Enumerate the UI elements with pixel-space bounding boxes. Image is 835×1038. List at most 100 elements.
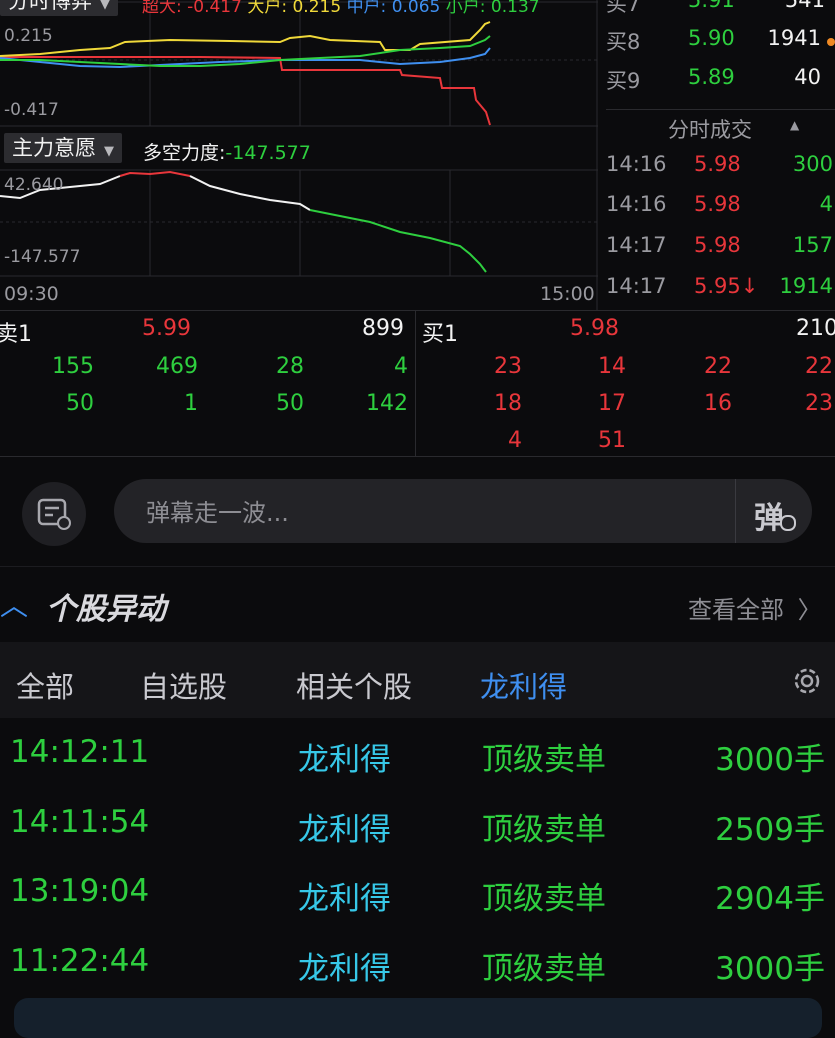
buy-queue-item: 23 xyxy=(805,391,833,416)
divider xyxy=(0,310,835,311)
x-axis-end-label: 15:00 xyxy=(540,283,595,305)
y-axis-max-label: 0.215 xyxy=(4,26,53,46)
event-type: 顶级卖单 xyxy=(482,951,606,987)
buy-queue-item: 4 xyxy=(508,428,522,453)
buy1-volume: 210 xyxy=(796,316,835,341)
trade-time: 14:16 xyxy=(606,192,667,216)
big-order-dot-icon xyxy=(827,38,835,46)
tab-watchlist[interactable]: 自选股 xyxy=(140,664,227,706)
danmaku-list-button[interactable] xyxy=(22,482,86,546)
bottom-banner[interactable] xyxy=(14,998,822,1038)
game-dropdown-label: 分时博弈 xyxy=(8,0,92,13)
settings-gear-icon[interactable] xyxy=(790,664,824,702)
buy-queue-item: 22 xyxy=(805,354,833,379)
tab-related-stocks[interactable]: 相关个股 xyxy=(296,664,412,706)
trade-price: 5.98 xyxy=(694,192,741,216)
trade-time: 14:17 xyxy=(606,233,667,257)
buy-queue-item: 17 xyxy=(598,391,626,416)
sell1-price: 5.99 xyxy=(142,316,191,341)
view-all-label: 查看全部 xyxy=(688,596,784,624)
main-intent-line-red xyxy=(119,170,191,177)
intraday-chart-panel: 分时博弈 ▼ 超大: -0.417 大户: 0.215 中户: 0.065 小户:… xyxy=(0,0,598,310)
list-item[interactable]: 11:22:44 龙利得 顶级卖单 3000手 xyxy=(0,929,835,999)
order-book-price: 5.90 xyxy=(688,26,735,50)
buy-queue-item: 22 xyxy=(704,354,732,379)
sell1-volume: 899 xyxy=(362,316,404,341)
trade-price: 5.95↓ xyxy=(694,274,759,298)
sell-queue-item: 50 xyxy=(66,391,94,416)
main-intent-dropdown[interactable]: 主力意愿 ▼ xyxy=(4,133,122,163)
sell-queue-item: 155 xyxy=(52,354,94,379)
trade-row: 14:16 5.98 4 xyxy=(606,192,835,230)
bull-bear-indicator: 多空力度:-147.577 xyxy=(143,138,311,165)
danmaku-toggle-button[interactable]: 弹 xyxy=(735,479,813,543)
order-book-row: 买8 5.90 1941 xyxy=(606,26,835,64)
chevron-right-icon: 〉 xyxy=(797,596,822,624)
sell-queue-item: 1 xyxy=(184,391,198,416)
order-book-price: 5.91 xyxy=(688,0,735,12)
fund-flow-legend: 超大: -0.417 大户: 0.215 中户: 0.065 小户: 0.137 xyxy=(142,0,540,17)
event-time: 14:12:11 xyxy=(10,734,150,770)
collapse-chevron-icon[interactable]: ︿ xyxy=(0,584,28,624)
sell-queue-item: 50 xyxy=(276,391,304,416)
order-book-price: 5.89 xyxy=(688,65,735,89)
sell-queue-item: 28 xyxy=(276,354,304,379)
list-item[interactable]: 14:11:54 龙利得 顶级卖单 2509手 xyxy=(0,790,835,860)
legend-super-large: 超大: -0.417 xyxy=(142,0,242,17)
order-book-volume: 40 xyxy=(794,65,821,89)
order-book-volume: 1941 xyxy=(767,26,821,50)
trade-row: 14:17 5.98 157 xyxy=(606,233,835,271)
legend-large: 大户: 0.215 xyxy=(247,0,342,17)
divider xyxy=(415,310,416,456)
divider xyxy=(0,566,835,567)
chevron-down-icon: ▼ xyxy=(104,144,114,159)
event-time: 11:22:44 xyxy=(10,943,150,979)
legend-small: 小户: 0.137 xyxy=(445,0,540,17)
buy-queue-item: 51 xyxy=(598,428,626,453)
event-volume: 2904手 xyxy=(715,881,825,917)
trades-header[interactable]: 分时成交 ▲ xyxy=(606,109,835,148)
trades-header-label: 分时成交 xyxy=(668,118,752,142)
trade-time: 14:17 xyxy=(606,274,667,298)
collapse-up-icon[interactable]: ▲ xyxy=(790,118,799,132)
order-book-row: 买7 5.91 541 xyxy=(606,0,835,26)
order-book-row: 买9 5.89 40 xyxy=(606,65,835,103)
main-intent-dropdown-label: 主力意愿 xyxy=(12,136,96,160)
y2-axis-min-label: -147.577 xyxy=(4,247,81,267)
divider xyxy=(0,456,835,457)
list-item[interactable]: 14:12:11 龙利得 顶级卖单 3000手 xyxy=(0,720,835,790)
event-stock-name: 龙利得 xyxy=(298,812,391,848)
sell1-label: 卖1 xyxy=(0,322,32,347)
event-stock-name: 龙利得 xyxy=(298,951,391,987)
buy1-price: 5.98 xyxy=(570,316,619,341)
event-volume: 3000手 xyxy=(715,742,825,778)
trade-row: 14:16 5.98 300 xyxy=(606,152,835,190)
trade-volume: 1914 xyxy=(779,274,833,298)
series-super-large-line xyxy=(0,56,491,126)
buy-queue-item: 18 xyxy=(494,391,522,416)
order-book-label: 买7 xyxy=(606,0,641,16)
event-volume: 2509手 xyxy=(715,812,825,848)
game-dropdown[interactable]: 分时博弈 ▼ xyxy=(0,0,118,16)
view-all-link[interactable]: 查看全部 〉 xyxy=(688,590,822,625)
buy-queue-item: 16 xyxy=(704,391,732,416)
main-intent-line-green xyxy=(309,209,487,273)
bull-bear-value: -147.577 xyxy=(225,142,311,164)
legend-medium: 中户: 0.065 xyxy=(346,0,441,17)
trade-volume: 157 xyxy=(792,233,833,257)
tab-all[interactable]: 全部 xyxy=(16,664,74,706)
tab-current-stock[interactable]: 龙利得 xyxy=(480,664,567,706)
x-axis-start-label: 09:30 xyxy=(4,283,59,305)
danmaku-toggle-label: 弹 xyxy=(754,501,784,536)
sell-queue-item: 142 xyxy=(366,391,408,416)
order-book-label: 买8 xyxy=(606,30,641,54)
event-type: 顶级卖单 xyxy=(482,881,606,917)
event-time: 14:11:54 xyxy=(10,804,150,840)
buy-queue-item: 14 xyxy=(598,354,626,379)
order-book-label: 买9 xyxy=(606,69,641,93)
event-type: 顶级卖单 xyxy=(482,742,606,778)
series-large-line xyxy=(0,21,491,57)
tab-bar xyxy=(0,642,835,718)
list-item[interactable]: 13:19:04 龙利得 顶级卖单 2904手 xyxy=(0,859,835,929)
chevron-down-icon: ▼ xyxy=(100,0,110,12)
